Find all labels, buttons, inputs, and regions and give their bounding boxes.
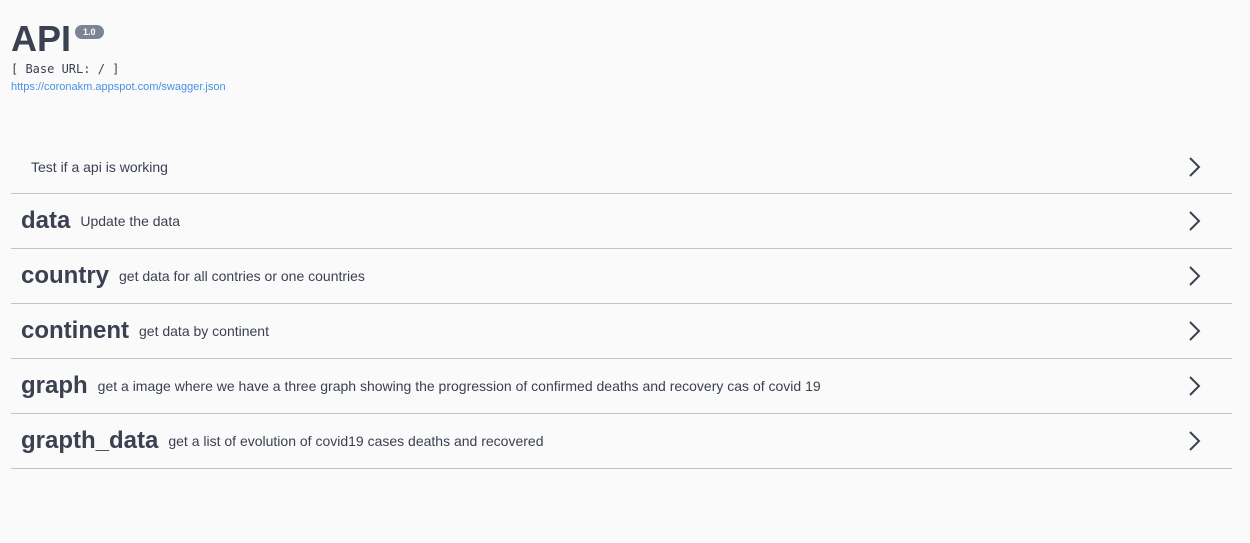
- tag-description: get a image where we have a three graph …: [97, 378, 821, 394]
- tag-name: continent: [21, 317, 129, 344]
- chevron-right-icon[interactable]: [1188, 375, 1202, 397]
- tag-name: country: [21, 262, 110, 289]
- tag-description: Update the data: [80, 213, 180, 229]
- tag-name: data: [21, 207, 71, 234]
- chevron-right-icon[interactable]: [1188, 265, 1202, 287]
- tag-section-default[interactable]: Test if a api is working: [11, 141, 1232, 194]
- tag-section-grapth-data[interactable]: grapth_data get a list of evolution of c…: [11, 414, 1232, 469]
- api-title: API: [11, 18, 72, 59]
- tag-name: grapth_data: [21, 427, 159, 454]
- tag-name: graph: [21, 372, 88, 399]
- tag-section-data[interactable]: data Update the data: [11, 194, 1232, 249]
- base-url: [ Base URL: / ]: [11, 62, 120, 76]
- chevron-right-icon[interactable]: [1188, 320, 1202, 342]
- tag-section-graph[interactable]: graph get a image where we have a three …: [11, 359, 1232, 414]
- swagger-page: API 1.0 [ Base URL: / ] https://coronakm…: [0, 0, 1250, 543]
- chevron-right-icon[interactable]: [1188, 210, 1202, 232]
- tag-description: Test if a api is working: [31, 159, 168, 175]
- chevron-right-icon[interactable]: [1188, 156, 1202, 178]
- version-badge: 1.0: [75, 25, 104, 39]
- tag-description: get data for all contries or one countri…: [119, 268, 365, 284]
- tag-section-continent[interactable]: continent get data by continent: [11, 304, 1232, 359]
- tag-description: get data by continent: [139, 323, 269, 339]
- swagger-json-link[interactable]: https://coronakm.appspot.com/swagger.jso…: [11, 80, 226, 94]
- tag-list: Test if a api is working data Update the…: [11, 141, 1232, 469]
- api-info: API 1.0 [ Base URL: / ] https://coronakm…: [11, 18, 226, 95]
- chevron-right-icon[interactable]: [1188, 430, 1202, 452]
- tag-section-country[interactable]: country get data for all contries or one…: [11, 249, 1232, 304]
- tag-description: get a list of evolution of covid19 cases…: [168, 433, 544, 449]
- title-row: API 1.0: [11, 18, 226, 60]
